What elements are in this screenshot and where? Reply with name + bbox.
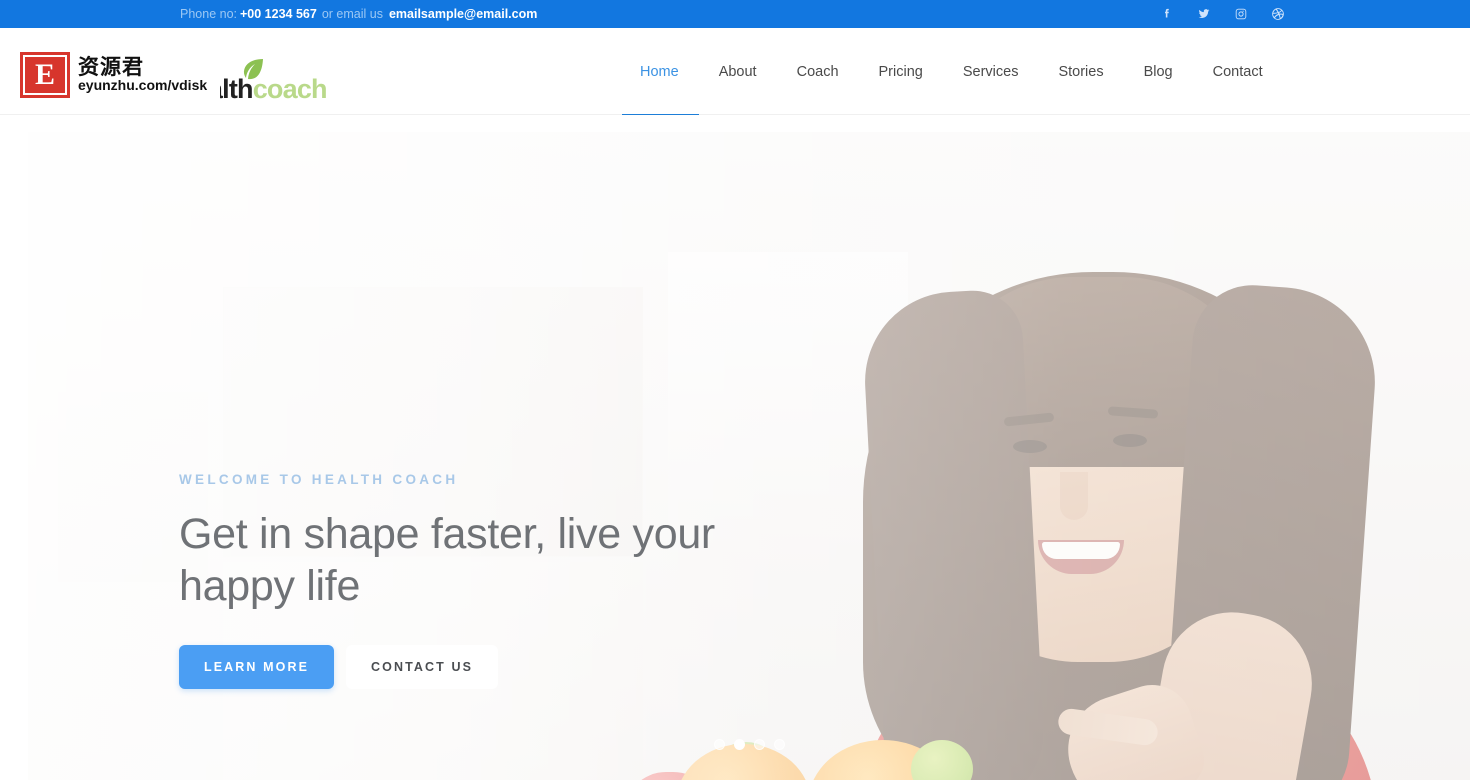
watermark-badge-letter: E <box>23 55 67 95</box>
main-navigation: Home About Coach Pricing Services Storie… <box>622 28 1283 118</box>
watermark-chinese: 资源君 <box>78 55 144 80</box>
nav-label-pricing: Pricing <box>878 63 923 80</box>
learn-more-button[interactable]: Learn More <box>179 645 335 690</box>
instagram-icon[interactable] <box>1233 7 1248 22</box>
hero-slider: Welcome to Health Coach Get in shape fas… <box>0 115 1470 780</box>
nav-item-about[interactable]: About <box>699 28 777 115</box>
watermark-overlay: E 资源君 eyunzhu.com/vdisk <box>20 50 220 100</box>
nav-item-home[interactable]: Home <box>622 28 699 118</box>
nav-item-contact[interactable]: Contact <box>1193 28 1283 115</box>
subject-eye-left <box>1013 440 1047 453</box>
twitter-icon[interactable] <box>1196 7 1211 22</box>
subject-eye-right <box>1113 434 1147 447</box>
hero-actions: Learn More Contact Us <box>179 645 799 690</box>
nav-label-coach: Coach <box>796 63 839 80</box>
contact-us-button[interactable]: Contact Us <box>346 645 499 690</box>
nav-item-pricing[interactable]: Pricing <box>859 28 943 115</box>
nav-label-home: Home <box>640 63 679 80</box>
subject-nose <box>1060 472 1088 520</box>
nav-item-blog[interactable]: Blog <box>1124 28 1193 115</box>
carousel-dot-4[interactable] <box>773 739 785 750</box>
nav-label-blog: Blog <box>1143 63 1173 80</box>
nav-label-about: About <box>718 63 757 80</box>
watermark-text: 资源君 eyunzhu.com/vdisk <box>78 56 207 93</box>
hero-title: Get in shape faster, live your happy lif… <box>179 510 715 610</box>
carousel-dots <box>28 739 1470 750</box>
nav-label-contact: Contact <box>1212 63 1263 80</box>
subject-teeth <box>1042 542 1120 559</box>
facebook-icon[interactable] <box>1159 7 1174 22</box>
carousel-dot-1[interactable] <box>713 739 725 750</box>
phone-number[interactable]: +00 1234 567 <box>240 7 317 21</box>
hero-copy-block: Welcome to Health Coach Get in shape fas… <box>179 472 799 690</box>
nav-item-coach[interactable]: Coach <box>777 28 859 115</box>
email-address[interactable]: emailsample@email.com <box>389 7 537 21</box>
carousel-dot-3[interactable] <box>753 739 765 750</box>
topbar-contact-info: Phone no: +00 1234 567 or email us email… <box>180 0 537 28</box>
nav-label-stories: Stories <box>1058 63 1104 80</box>
dribbble-icon[interactable] <box>1270 7 1285 22</box>
nav-item-stories[interactable]: Stories <box>1038 28 1123 115</box>
subject-hair-left <box>860 288 1048 780</box>
phone-label: Phone no: <box>180 7 237 21</box>
social-links <box>1159 0 1285 28</box>
hero-image: Welcome to Health Coach Get in shape fas… <box>28 132 1470 780</box>
nav-item-services[interactable]: Services <box>943 28 1039 115</box>
email-label: or email us <box>321 7 383 21</box>
hero-eyebrow: Welcome to Health Coach <box>179 472 459 487</box>
top-contact-bar: Phone no: +00 1234 567 or email us email… <box>0 0 1470 28</box>
nav-label-services: Services <box>962 63 1019 80</box>
leaf-icon <box>243 59 263 80</box>
carousel-dot-2[interactable] <box>733 739 745 750</box>
watermark-badge: E <box>20 52 70 98</box>
watermark-url: eyunzhu.com/vdisk <box>78 77 208 94</box>
site-header: health coach E 资源君 eyunzhu.com/vdisk Hom… <box>0 28 1470 118</box>
